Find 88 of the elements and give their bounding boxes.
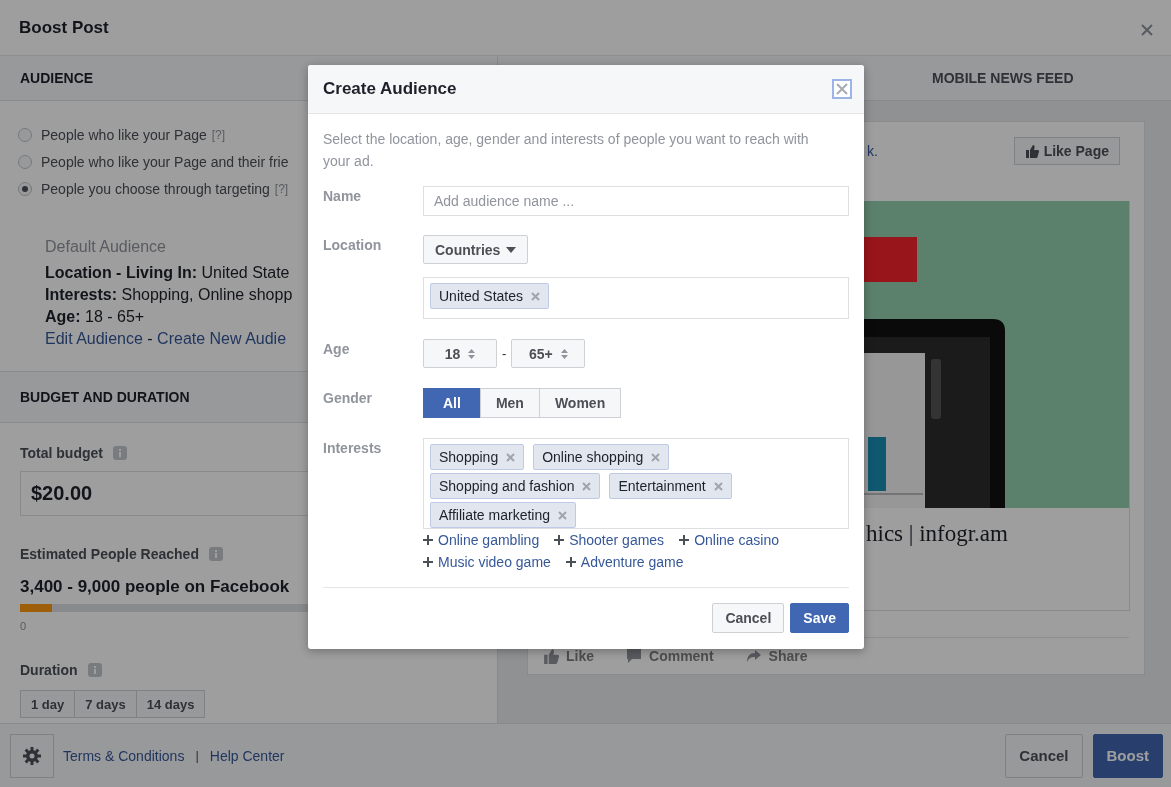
separator: | — [195, 748, 199, 763]
interests-field[interactable]: Shopping Online shopping Shopping and fashion Entertainment Affiliate marketing — [423, 438, 849, 529]
comment-icon — [626, 648, 642, 664]
window-title: Boost Post — [19, 17, 109, 38]
radio-button[interactable] — [18, 154, 32, 169]
plus-icon — [423, 535, 433, 545]
remove-icon[interactable] — [506, 452, 516, 462]
info-icon[interactable] — [87, 663, 102, 677]
dialog-title: Create Audience — [323, 79, 457, 99]
remove-icon[interactable] — [582, 481, 592, 491]
cancel-button[interactable]: Cancel — [712, 603, 785, 633]
location-type-dropdown[interactable]: Countries — [423, 235, 529, 264]
meter-min-label: 0 — [20, 620, 28, 632]
edit-audience-link[interactable]: Edit Audience — [45, 330, 143, 347]
link-title[interactable]: hics | infogr.am — [866, 521, 1008, 546]
summary-line: Age: 18 - 65+ — [45, 307, 145, 327]
age-max-select[interactable]: 65+ — [511, 339, 586, 368]
like-page-button[interactable]: Like Page — [1013, 137, 1120, 165]
gender-option[interactable]: All — [423, 388, 481, 418]
create-audience-link[interactable]: Create New Audie — [157, 330, 287, 347]
close-icon[interactable] — [832, 79, 852, 99]
field-label: Name — [323, 187, 363, 206]
interest-tag[interactable]: Affiliate marketing — [430, 502, 576, 528]
age-min-select[interactable]: 18 — [423, 339, 497, 368]
help-center-link[interactable]: Help Center — [209, 747, 285, 764]
field-label: Interests — [323, 439, 383, 458]
radio-label: People who like your Page — [41, 126, 207, 143]
suggestion-link[interactable]: Adventure game — [565, 554, 684, 570]
plus-icon — [679, 535, 690, 545]
save-button[interactable]: Save — [790, 603, 849, 633]
radio-label: People you choose through targeting — [41, 180, 270, 197]
field-label: Gender — [323, 389, 373, 408]
suggestion-link[interactable]: Shooter games — [554, 532, 665, 548]
gender-option[interactable]: Women — [538, 388, 622, 418]
thumbs-up-icon — [1024, 144, 1039, 158]
radio-button[interactable] — [18, 127, 32, 142]
summary-line: Location - Living In: United State — [45, 263, 290, 283]
summary-line: Interests: Shopping, Online shopp — [45, 285, 293, 305]
remove-icon[interactable] — [713, 481, 723, 491]
up-down-arrows-icon — [468, 348, 476, 359]
interest-tag[interactable]: Online shopping — [533, 444, 670, 470]
gender-option[interactable]: Men — [479, 388, 540, 418]
up-down-arrows-icon — [560, 348, 568, 359]
duration-button[interactable]: 7 days — [74, 690, 137, 718]
field-label: Location — [323, 236, 383, 255]
field-label: Age — [323, 340, 351, 359]
reach-estimate: 3,400 - 9,000 people on Facebook — [20, 577, 291, 597]
location-tag[interactable]: United States — [430, 283, 550, 309]
field-label: Total budget — [20, 445, 103, 461]
plus-icon — [554, 535, 565, 545]
tab[interactable]: MOBILE NEWS FEED — [931, 70, 1074, 86]
suggestion-link[interactable]: Online gambling — [423, 532, 540, 548]
remove-icon[interactable] — [651, 452, 661, 462]
cancel-button[interactable]: Cancel — [1005, 733, 1083, 778]
plus-icon — [565, 557, 576, 567]
separator: - — [147, 330, 153, 347]
radio-label: People who like your Page and their frie — [41, 153, 289, 170]
settings-button[interactable] — [10, 733, 54, 778]
separator: - — [502, 346, 507, 361]
name-field[interactable]: Add audience name ... — [423, 186, 849, 216]
suggestion-link[interactable]: Music video game — [423, 554, 551, 570]
remove-icon[interactable] — [531, 291, 541, 301]
plus-icon — [423, 557, 433, 567]
terms-link[interactable]: Terms & Conditions — [63, 747, 185, 764]
thumbs-up-icon — [543, 648, 559, 664]
section-title: AUDIENCE — [20, 70, 94, 86]
dialog-description: Select the location, age, gender and interests of people you want to reach with your ad. — [323, 130, 810, 171]
field-label: Estimated People Reached — [20, 546, 199, 562]
duration-button[interactable]: 1 day — [20, 690, 76, 718]
close-icon[interactable] — [1141, 23, 1153, 36]
summary-title: Default Audience — [45, 238, 166, 256]
gear-icon — [22, 745, 42, 766]
suggestion-link[interactable]: Online casino — [679, 532, 779, 548]
section-title: BUDGET AND DURATION — [20, 389, 190, 405]
boost-button[interactable]: Boost — [1092, 733, 1163, 778]
caret-icon — [506, 246, 517, 253]
interest-tag[interactable]: Shopping and fashion — [430, 473, 601, 499]
remove-icon[interactable] — [558, 510, 567, 520]
radio-button[interactable] — [18, 181, 32, 196]
field-label: Duration — [20, 662, 78, 678]
share-icon — [745, 648, 762, 664]
page-link[interactable]: k. — [867, 143, 878, 159]
interest-tag[interactable]: Shopping — [430, 444, 525, 470]
location-field[interactable]: United States — [423, 277, 849, 319]
info-icon[interactable] — [208, 547, 223, 561]
info-icon[interactable] — [112, 446, 127, 460]
interest-tag[interactable]: Entertainment — [609, 473, 732, 499]
duration-button[interactable]: 14 days — [135, 690, 206, 718]
